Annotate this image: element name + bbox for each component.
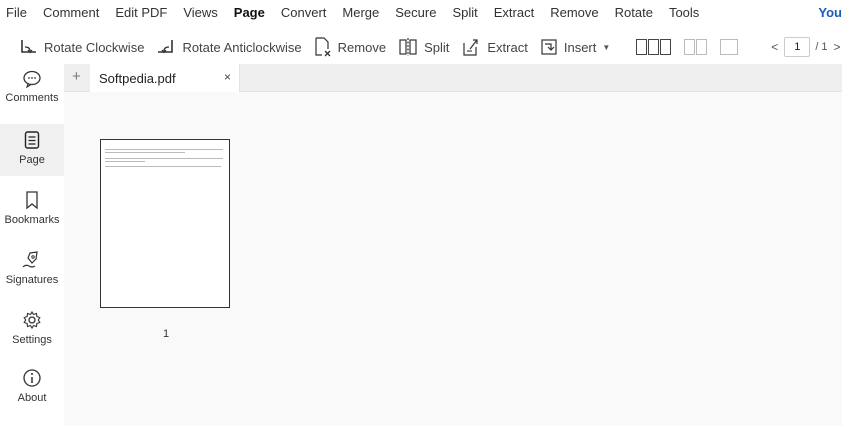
menu-comment[interactable]: Comment — [35, 0, 107, 26]
sidebar-item-label: Comments — [5, 92, 59, 104]
remove-page-icon — [315, 37, 331, 57]
sidebar-item-label: Page — [19, 154, 45, 166]
info-icon — [23, 369, 41, 387]
close-icon[interactable]: × — [224, 70, 231, 84]
layout-cell — [684, 39, 696, 55]
layout-cell — [696, 39, 708, 55]
sidebar-item-label: Bookmarks — [4, 214, 60, 226]
menu-secure[interactable]: Secure — [387, 0, 444, 26]
extract-label: Extract — [487, 39, 528, 55]
bookmark-icon — [26, 191, 38, 210]
page-icon — [24, 131, 40, 149]
menu-tools[interactable]: Tools — [661, 0, 707, 26]
gear-icon — [23, 310, 41, 330]
tab-title: Softpedia.pdf — [99, 70, 176, 86]
rotate-anticlockwise-icon — [158, 40, 174, 54]
insert-icon — [541, 39, 557, 55]
chevron-down-icon: ▼ — [602, 42, 611, 52]
signature-icon — [22, 251, 38, 268]
split-label: Split — [424, 39, 450, 55]
thumbnail-text-line — [105, 152, 185, 153]
layout-cell — [720, 39, 739, 55]
rotate-clockwise-label: Rotate Clockwise — [44, 39, 145, 55]
account-link[interactable]: You — [818, 0, 842, 26]
split-button[interactable]: Split — [392, 33, 455, 61]
page-navigator: < 1 / 1 > — [765, 37, 842, 57]
rotate-clockwise-button[interactable]: Rotate Clockwise — [0, 33, 150, 61]
insert-label: Insert — [563, 39, 597, 55]
sidebar-item-signatures[interactable]: Signatures — [0, 244, 64, 296]
remove-label: Remove — [337, 39, 387, 55]
extract-icon — [463, 39, 478, 56]
page-thumbnail[interactable] — [100, 139, 230, 308]
sidebar-item-about[interactable]: About — [0, 362, 64, 414]
sidebar-item-label: Settings — [12, 334, 52, 346]
sidebar-item-label: Signatures — [5, 274, 59, 286]
thumbnail-text-line — [105, 166, 221, 167]
page-total: / 1 — [815, 41, 828, 53]
rotate-anticlockwise-button[interactable]: Rotate Anticlockwise — [150, 33, 307, 61]
page-thumbnail-number: 1 — [163, 328, 170, 340]
layout-cell — [636, 39, 648, 55]
page-toolbar: Rotate Clockwise Rotate Anticlockwise Re… — [0, 30, 842, 64]
document-tab-bar: + Softpedia.pdf × — [64, 64, 842, 92]
insert-dropdown[interactable]: Insert ▼ — [534, 33, 616, 61]
add-tab-button[interactable]: + — [72, 69, 81, 85]
page-number-input[interactable]: 1 — [784, 37, 811, 57]
rotate-clockwise-icon — [21, 40, 36, 54]
sidebar-item-bookmarks[interactable]: Bookmarks — [0, 184, 64, 236]
tab-softpedia-pdf[interactable]: Softpedia.pdf × — [90, 64, 240, 92]
sidebar-item-comments[interactable]: Comments — [0, 64, 64, 116]
page-workspace: 1 — [64, 92, 842, 426]
menu-page[interactable]: Page — [226, 0, 273, 26]
menu-bar: File Comment Edit PDF Views Page Convert… — [0, 0, 842, 26]
menu-split[interactable]: Split — [444, 0, 485, 26]
previous-page-icon[interactable]: < — [771, 40, 778, 54]
next-page-icon[interactable]: > — [834, 40, 841, 54]
sidebar-item-page[interactable]: Page — [0, 124, 64, 176]
split-icon — [399, 38, 417, 56]
remove-button[interactable]: Remove — [308, 33, 392, 61]
layout-three-pages-button[interactable] — [636, 39, 672, 55]
layout-cell — [660, 39, 672, 55]
left-sidebar: Comments Page Bookmarks Signatures Setti… — [0, 64, 64, 426]
menu-views[interactable]: Views — [175, 0, 225, 26]
menu-extract[interactable]: Extract — [486, 0, 542, 26]
menu-remove[interactable]: Remove — [542, 0, 606, 26]
layout-cell — [648, 39, 660, 55]
comments-icon — [23, 70, 41, 88]
extract-button[interactable]: Extract — [455, 33, 533, 61]
page-layout-group — [636, 39, 751, 55]
layout-two-pages-button[interactable] — [684, 39, 708, 55]
thumbnail-text-line — [105, 149, 223, 150]
menu-convert[interactable]: Convert — [273, 0, 335, 26]
rotate-anticlockwise-label: Rotate Anticlockwise — [182, 39, 302, 55]
menu-merge[interactable]: Merge — [334, 0, 387, 26]
sidebar-item-settings[interactable]: Settings — [0, 304, 64, 356]
thumbnail-text-line — [105, 161, 145, 162]
menu-edit-pdf[interactable]: Edit PDF — [107, 0, 175, 26]
thumbnail-text-line — [105, 158, 223, 159]
menu-file[interactable]: File — [0, 0, 35, 26]
layout-single-page-button[interactable] — [720, 39, 739, 55]
menu-rotate[interactable]: Rotate — [607, 0, 661, 26]
sidebar-item-label: About — [17, 392, 47, 404]
